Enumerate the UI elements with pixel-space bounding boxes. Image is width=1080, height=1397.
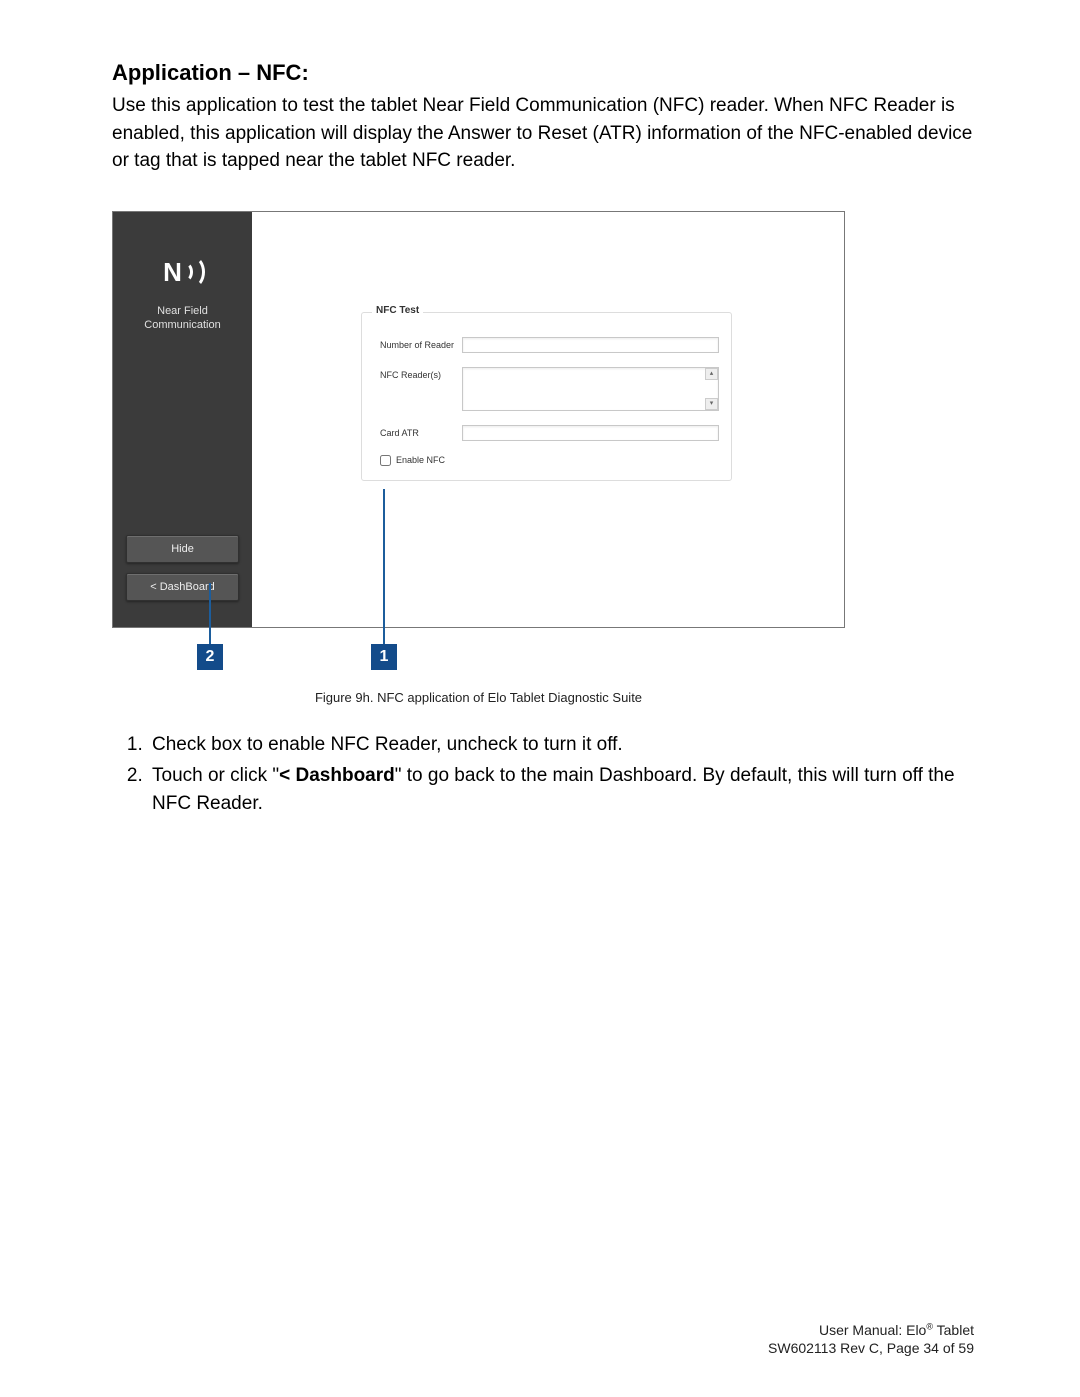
section-heading: Application – NFC: xyxy=(112,60,974,86)
card-atr-field[interactable] xyxy=(462,425,719,441)
list-item: Touch or click "< Dashboard" to go back … xyxy=(148,762,974,817)
figure-caption: Figure 9h. NFC application of Elo Tablet… xyxy=(112,690,845,705)
dashboard-button[interactable]: < DashBoard xyxy=(126,573,239,601)
num-reader-field[interactable] xyxy=(462,337,719,353)
list-item: Check box to enable NFC Reader, uncheck … xyxy=(148,731,974,759)
page-footer: User Manual: Elo® Tablet SW602113 Rev C,… xyxy=(768,1321,974,1357)
callout-two: 2 xyxy=(197,644,223,670)
nfc-icon-wave xyxy=(181,256,205,288)
scroll-up-icon[interactable]: ▴ xyxy=(705,368,718,380)
enable-nfc-label: Enable NFC xyxy=(396,455,445,465)
enable-nfc-row: Enable NFC xyxy=(380,455,719,466)
num-reader-row: Number of Reader xyxy=(380,337,719,353)
nfc-readers-row: NFC Reader(s) ▴ ▾ xyxy=(380,367,719,411)
app-sidebar: N Near Field Communication Hide < DashBo… xyxy=(113,212,252,627)
nfc-test-panel: NFC Test Number of Reader NFC Reader(s) … xyxy=(361,312,732,481)
nfc-icon: N xyxy=(161,252,205,292)
nfc-readers-field[interactable]: ▴ ▾ xyxy=(462,367,719,411)
callout-one: 1 xyxy=(371,644,397,670)
panel-legend: NFC Test xyxy=(372,305,423,316)
scroll-down-icon[interactable]: ▾ xyxy=(705,398,718,410)
card-atr-label: Card ATR xyxy=(380,425,462,438)
card-atr-row: Card ATR xyxy=(380,425,719,441)
nfc-readers-label: NFC Reader(s) xyxy=(380,367,462,380)
app-screenshot: N Near Field Communication Hide < DashBo… xyxy=(112,211,845,628)
num-reader-label: Number of Reader xyxy=(380,337,462,350)
sidebar-title: Near Field Communication xyxy=(113,304,252,333)
hide-button[interactable]: Hide xyxy=(126,535,239,563)
enable-nfc-checkbox[interactable] xyxy=(380,455,391,466)
figure-block: N Near Field Communication Hide < DashBo… xyxy=(112,211,960,705)
intro-paragraph: Use this application to test the tablet … xyxy=(112,92,974,175)
instruction-list: Check box to enable NFC Reader, uncheck … xyxy=(148,731,974,818)
